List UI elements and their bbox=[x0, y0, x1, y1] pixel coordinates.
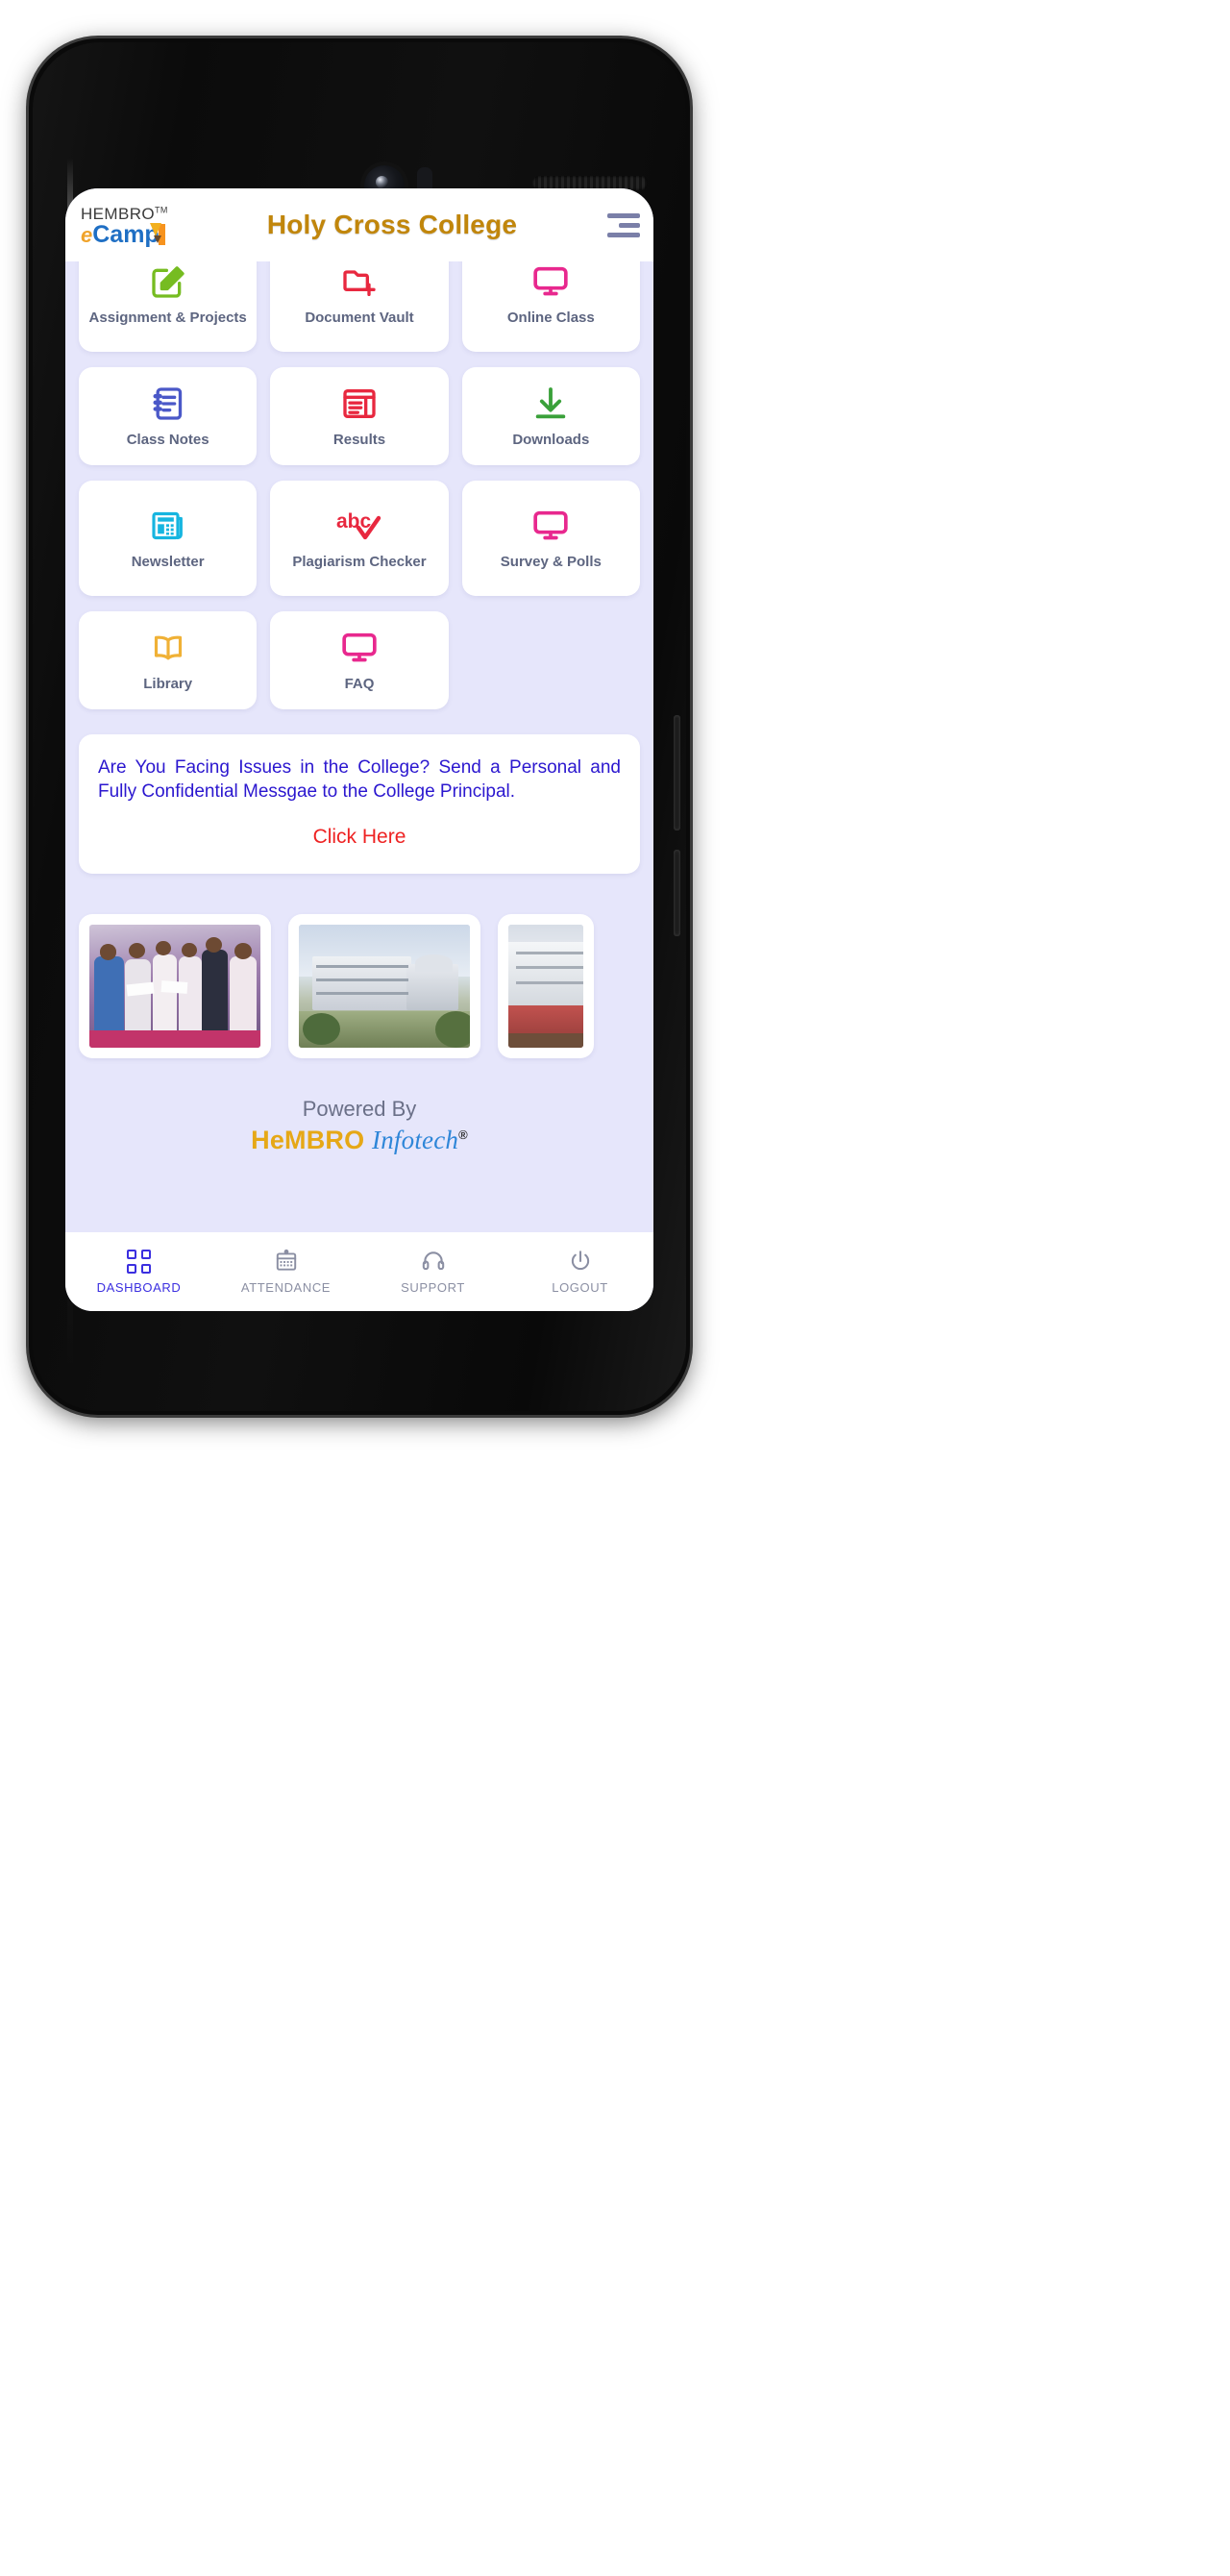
tile-faq[interactable]: FAQ bbox=[270, 611, 449, 709]
notebook-icon bbox=[149, 382, 187, 426]
nav-item-dashboard[interactable]: DASHBOARD bbox=[65, 1249, 212, 1295]
newspaper-icon bbox=[340, 382, 379, 426]
college-building-photo bbox=[508, 924, 583, 1048]
phone-volume-button[interactable] bbox=[674, 715, 680, 830]
tile-library[interactable]: Library bbox=[79, 611, 258, 709]
tile-survey-polls[interactable]: Survey & Polls bbox=[461, 481, 640, 596]
tile-label: Plagiarism Checker bbox=[292, 554, 427, 571]
svg-text:abc: abc bbox=[336, 510, 372, 533]
pencil-icon bbox=[150, 222, 161, 236]
monitor-icon bbox=[531, 504, 570, 548]
registered-trademark-symbol: ® bbox=[458, 1127, 468, 1142]
grid-squares-icon bbox=[127, 1249, 151, 1274]
tile-grid-row-4: Library FAQ bbox=[79, 611, 640, 709]
folder-plus-icon bbox=[340, 261, 379, 304]
tile-document-vault[interactable]: Document Vault bbox=[270, 261, 449, 352]
logo-ecamp-text: eCamp bbox=[81, 222, 186, 247]
tile-grid-row-2: Class Notes Results Downloads bbox=[79, 367, 640, 465]
carousel-slide-graduation[interactable] bbox=[79, 913, 271, 1058]
tile-newsletter[interactable]: Newsletter bbox=[79, 481, 258, 596]
calendar-icon bbox=[274, 1249, 299, 1274]
tile-label: Newsletter bbox=[131, 554, 205, 571]
tile-downloads[interactable]: Downloads bbox=[461, 367, 640, 465]
nav-label: SUPPORT bbox=[401, 1280, 465, 1295]
abc-check-icon: abc bbox=[334, 504, 384, 548]
carousel-slide-campus[interactable] bbox=[288, 913, 480, 1058]
nav-label: ATTENDANCE bbox=[240, 1280, 332, 1295]
nav-label: DASHBOARD bbox=[96, 1280, 182, 1295]
hamburger-line-1 bbox=[607, 212, 640, 218]
page-title: Holy Cross College bbox=[266, 210, 518, 239]
nav-label: LOGOUT bbox=[552, 1280, 608, 1295]
logo-hembro-text: HEMBROTM bbox=[81, 204, 168, 223]
tile-class-notes[interactable]: Class Notes bbox=[79, 367, 258, 465]
hembro-infotech-brand: HeMBRO Infotech® bbox=[79, 1126, 640, 1155]
powered-by-footer: Powered By HeMBRO Infotech® bbox=[79, 1097, 640, 1155]
brand-infotech: Infotech bbox=[372, 1125, 459, 1154]
download-icon bbox=[531, 382, 570, 426]
open-book-icon bbox=[148, 626, 188, 670]
monitor-icon bbox=[531, 261, 570, 304]
graduation-ceremony-photo bbox=[89, 924, 260, 1048]
carousel-slide-building[interactable] bbox=[498, 913, 594, 1058]
tile-label: Document Vault bbox=[305, 310, 414, 327]
tile-label: Survey & Polls bbox=[500, 554, 602, 571]
college-campus-building-photo bbox=[299, 924, 470, 1048]
phone-power-button[interactable] bbox=[674, 850, 680, 936]
app-screen: HEMBROTM eCamp Holy Cross College Assign… bbox=[65, 188, 653, 1311]
principal-message-card: Are You Facing Issues in the College? Se… bbox=[79, 734, 640, 874]
hamburger-line-2 bbox=[619, 222, 640, 228]
news-sheet-icon bbox=[149, 504, 187, 548]
hamburger-line-3 bbox=[607, 232, 640, 237]
powered-by-label: Powered By bbox=[302, 1096, 417, 1121]
tile-results[interactable]: Results bbox=[270, 367, 449, 465]
hembro-ecamp-logo[interactable]: HEMBROTM eCamp bbox=[81, 204, 186, 247]
nav-item-logout[interactable]: LOGOUT bbox=[506, 1249, 653, 1295]
tile-label: FAQ bbox=[344, 676, 375, 693]
app-header: HEMBROTM eCamp Holy Cross College bbox=[65, 188, 653, 261]
tile-label: Downloads bbox=[512, 432, 590, 449]
hamburger-menu-icon[interactable] bbox=[598, 212, 640, 237]
tile-grid-row-3: Newsletter abc Plagiarism Checker Survey… bbox=[79, 481, 640, 596]
tile-grid-empty-cell bbox=[462, 611, 640, 709]
brand-h: H bbox=[251, 1125, 270, 1154]
tile-grid-row-1: Assignment & Projects Document Vault Onl… bbox=[79, 261, 640, 352]
headset-icon bbox=[421, 1249, 446, 1274]
brand-e: e bbox=[269, 1125, 285, 1154]
logo-trademark-symbol: TM bbox=[155, 204, 168, 214]
tile-label: Class Notes bbox=[126, 432, 209, 449]
tile-label: Library bbox=[143, 676, 193, 693]
tile-label: Online Class bbox=[506, 310, 595, 327]
pencil-tip-icon bbox=[154, 235, 161, 243]
tile-label: Assignment & Projects bbox=[88, 310, 247, 327]
click-here-link[interactable]: Click Here bbox=[98, 826, 621, 849]
tile-plagiarism-checker[interactable]: abc Plagiarism Checker bbox=[270, 481, 449, 596]
edit-square-icon bbox=[149, 261, 187, 304]
screenshot-stage: HEMBROTM eCamp Holy Cross College Assign… bbox=[0, 0, 1230, 2576]
tile-assignment-projects[interactable]: Assignment & Projects bbox=[79, 261, 258, 352]
power-icon bbox=[568, 1249, 593, 1274]
monitor-icon bbox=[340, 626, 379, 670]
dashboard-content: Assignment & Projects Document Vault Onl… bbox=[65, 261, 653, 1232]
bottom-navigation-bar: DASHBOARD ATTENDANCE SUPPORT LOGOUT bbox=[65, 1232, 653, 1311]
tile-online-class[interactable]: Online Class bbox=[461, 261, 640, 352]
principal-message-text: Are You Facing Issues in the College? Se… bbox=[98, 757, 621, 803]
brand-mbro: MBRO bbox=[284, 1125, 365, 1154]
tile-label: Results bbox=[332, 432, 386, 449]
nav-item-attendance[interactable]: ATTENDANCE bbox=[212, 1249, 359, 1295]
image-carousel[interactable] bbox=[79, 913, 640, 1058]
nav-item-support[interactable]: SUPPORT bbox=[359, 1249, 506, 1295]
